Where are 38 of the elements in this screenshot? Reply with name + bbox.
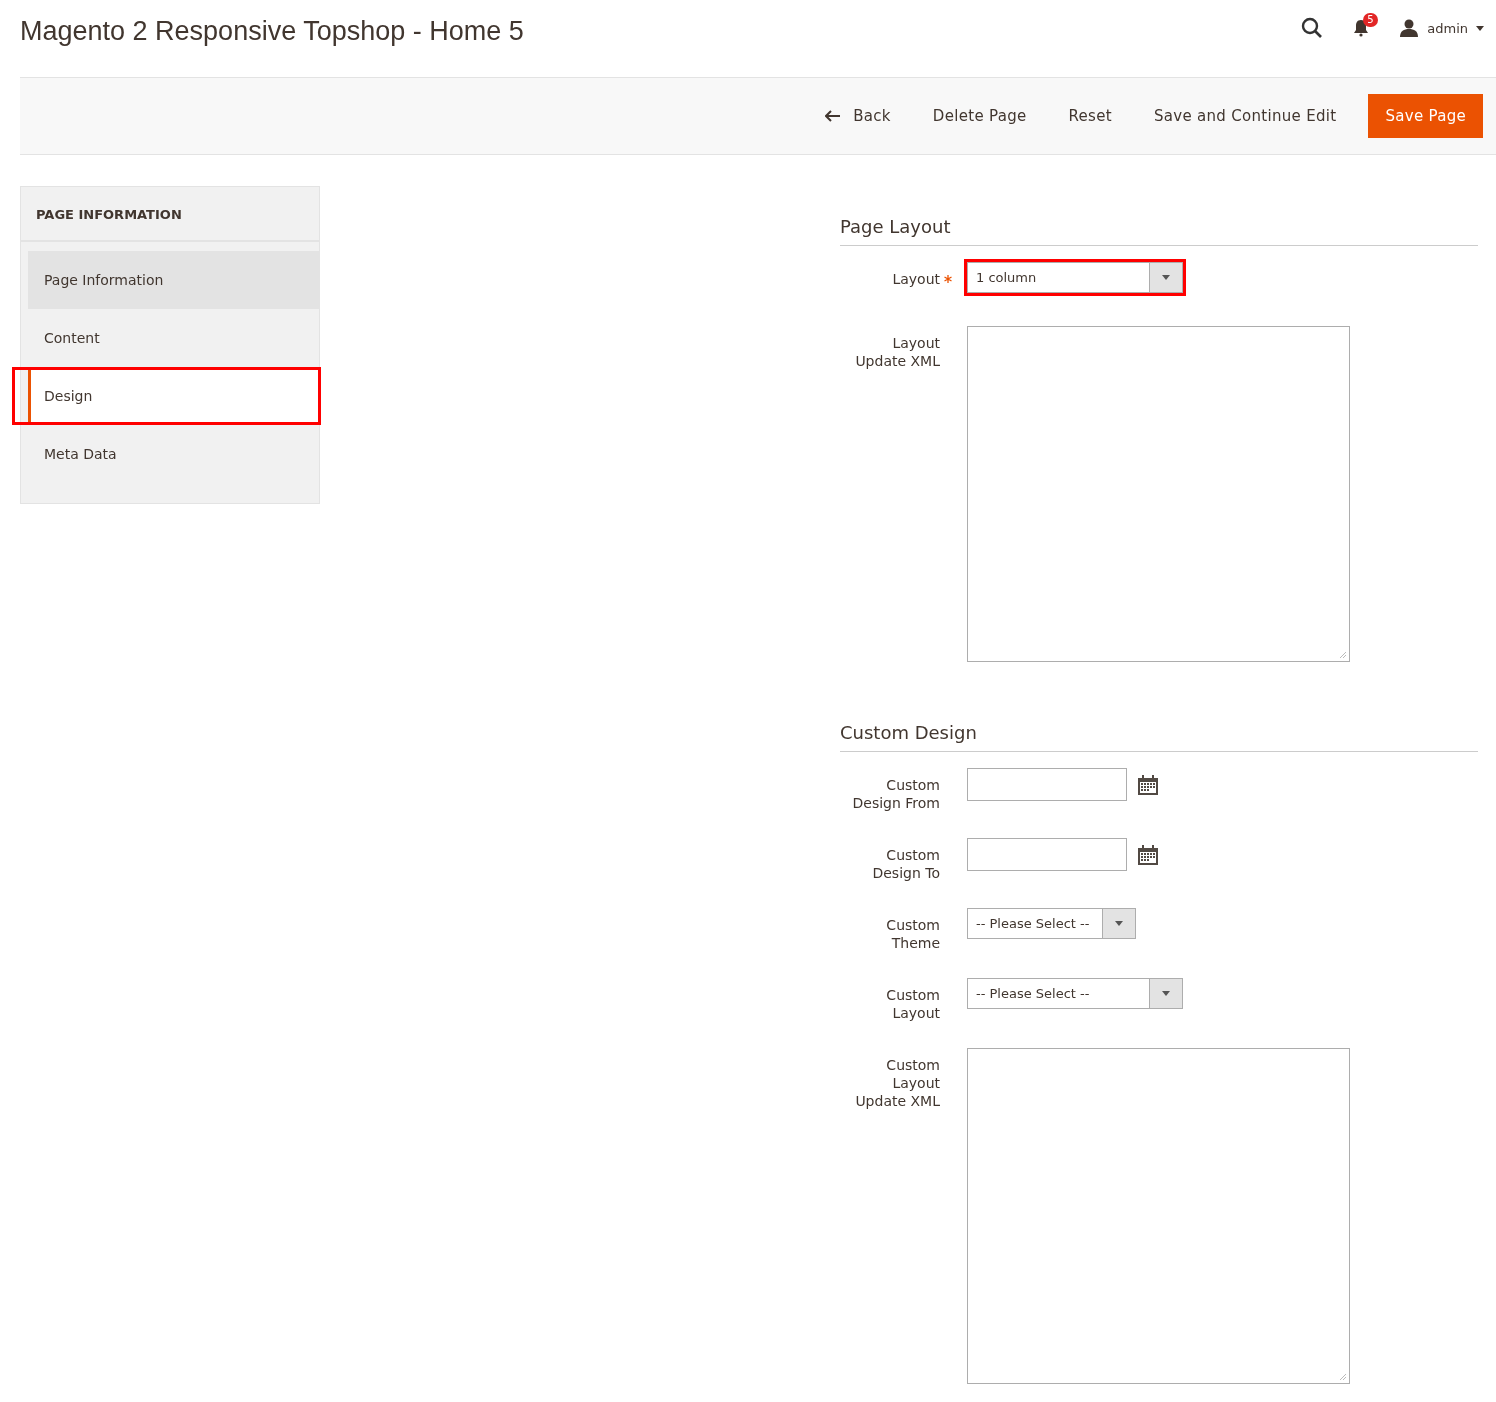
sidebar-item[interactable]: Meta Data <box>28 425 319 483</box>
bell-icon[interactable] <box>1353 19 1370 37</box>
toolbar-button[interactable]: Reset <box>1050 95 1130 137</box>
select-field[interactable]: 1 column <box>967 262 1183 293</box>
sidebar-item[interactable]: Content <box>28 309 319 367</box>
section-title: Custom Design <box>840 722 1478 752</box>
user-menu[interactable]: admin <box>1427 20 1468 36</box>
caret-icon[interactable] <box>1476 25 1484 31</box>
field-label: Custom Theme <box>885 916 940 952</box>
caret-icon[interactable] <box>1115 921 1123 926</box>
field-label: Custom Layout Update XML <box>854 1056 940 1111</box>
page-title: Magento 2 Responsive Topshop - Home 5 <box>20 16 524 47</box>
calendar-icon[interactable] <box>1137 773 1159 796</box>
save-button[interactable]: Save Page <box>1368 94 1483 138</box>
date-field[interactable] <box>967 768 1127 801</box>
toolbar-button[interactable]: Save and Continue Edit <box>1135 95 1355 137</box>
resize-handle-icon[interactable] <box>1339 1373 1347 1381</box>
field-label: Layout Update XML <box>854 334 940 371</box>
notification-count: 5 <box>1363 13 1378 27</box>
search-icon[interactable] <box>1301 17 1324 39</box>
user-icon <box>1399 19 1420 37</box>
caret-icon[interactable] <box>1162 991 1170 996</box>
field-label: Custom Design From <box>851 776 940 812</box>
section-title: Page Layout <box>840 216 1478 246</box>
select-field[interactable]: -- Please Select -- <box>967 978 1183 1009</box>
sidebar-item[interactable]: Page Information <box>28 251 319 309</box>
sidebar-title: PAGE INFORMATION <box>21 187 319 242</box>
field-label: Custom Design To <box>871 846 940 882</box>
date-field[interactable] <box>967 838 1127 871</box>
field-label: Custom Layout <box>885 986 940 1022</box>
caret-icon[interactable] <box>1162 275 1170 280</box>
back-button[interactable]: Back <box>807 95 909 137</box>
resize-handle-icon[interactable] <box>1339 651 1347 659</box>
arrow-left-icon <box>825 110 842 122</box>
calendar-icon[interactable] <box>1137 843 1159 866</box>
field-label: Layout <box>891 270 940 289</box>
select-field[interactable]: -- Please Select -- <box>967 908 1136 939</box>
toolbar-button[interactable]: Delete Page <box>914 95 1045 137</box>
